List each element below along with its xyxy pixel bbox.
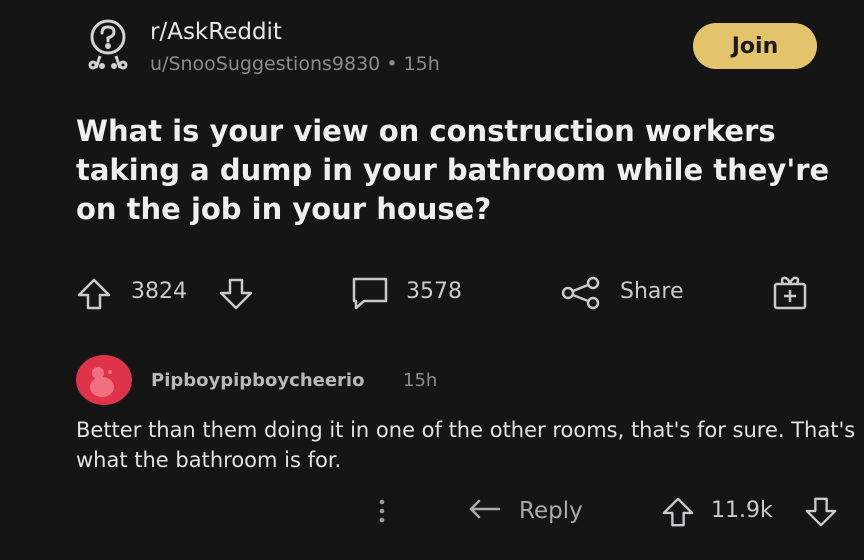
askreddit-snoo-icon[interactable] (80, 18, 136, 74)
post-meta: u/SnooSuggestions9830 • 15h (150, 53, 440, 75)
downvote-icon[interactable] (218, 277, 254, 311)
post-title[interactable]: What is your view on construction worker… (76, 112, 836, 229)
upvote-icon[interactable] (76, 277, 112, 311)
post-age: 15h (403, 53, 440, 75)
comment-icon[interactable] (350, 275, 390, 311)
share-button-label[interactable]: Share (620, 279, 684, 304)
post-vote-count: 3824 (131, 279, 187, 304)
avatar-snoo-icon[interactable] (76, 355, 132, 405)
subreddit-name[interactable]: r/AskReddit (150, 19, 282, 45)
post-author[interactable]: u/SnooSuggestions9830 (150, 53, 380, 75)
meta-separator: • (386, 53, 398, 75)
join-button[interactable]: Join (693, 23, 817, 69)
award-icon[interactable] (770, 274, 810, 312)
comment-downvote-icon[interactable] (804, 496, 838, 528)
comment-score: 11.9k (711, 498, 773, 523)
reply-button-label[interactable]: Reply (519, 498, 583, 524)
comment-age: 15h (403, 370, 438, 391)
reply-icon[interactable] (467, 495, 503, 525)
more-options-icon[interactable] (374, 497, 390, 531)
comment-author[interactable]: Pipboypipboycheerio (151, 370, 364, 391)
share-icon[interactable] (560, 276, 602, 310)
comment-upvote-icon[interactable] (661, 496, 695, 528)
post-comment-count[interactable]: 3578 (406, 279, 462, 304)
comment-body: Better than them doing it in one of the … (76, 418, 856, 472)
